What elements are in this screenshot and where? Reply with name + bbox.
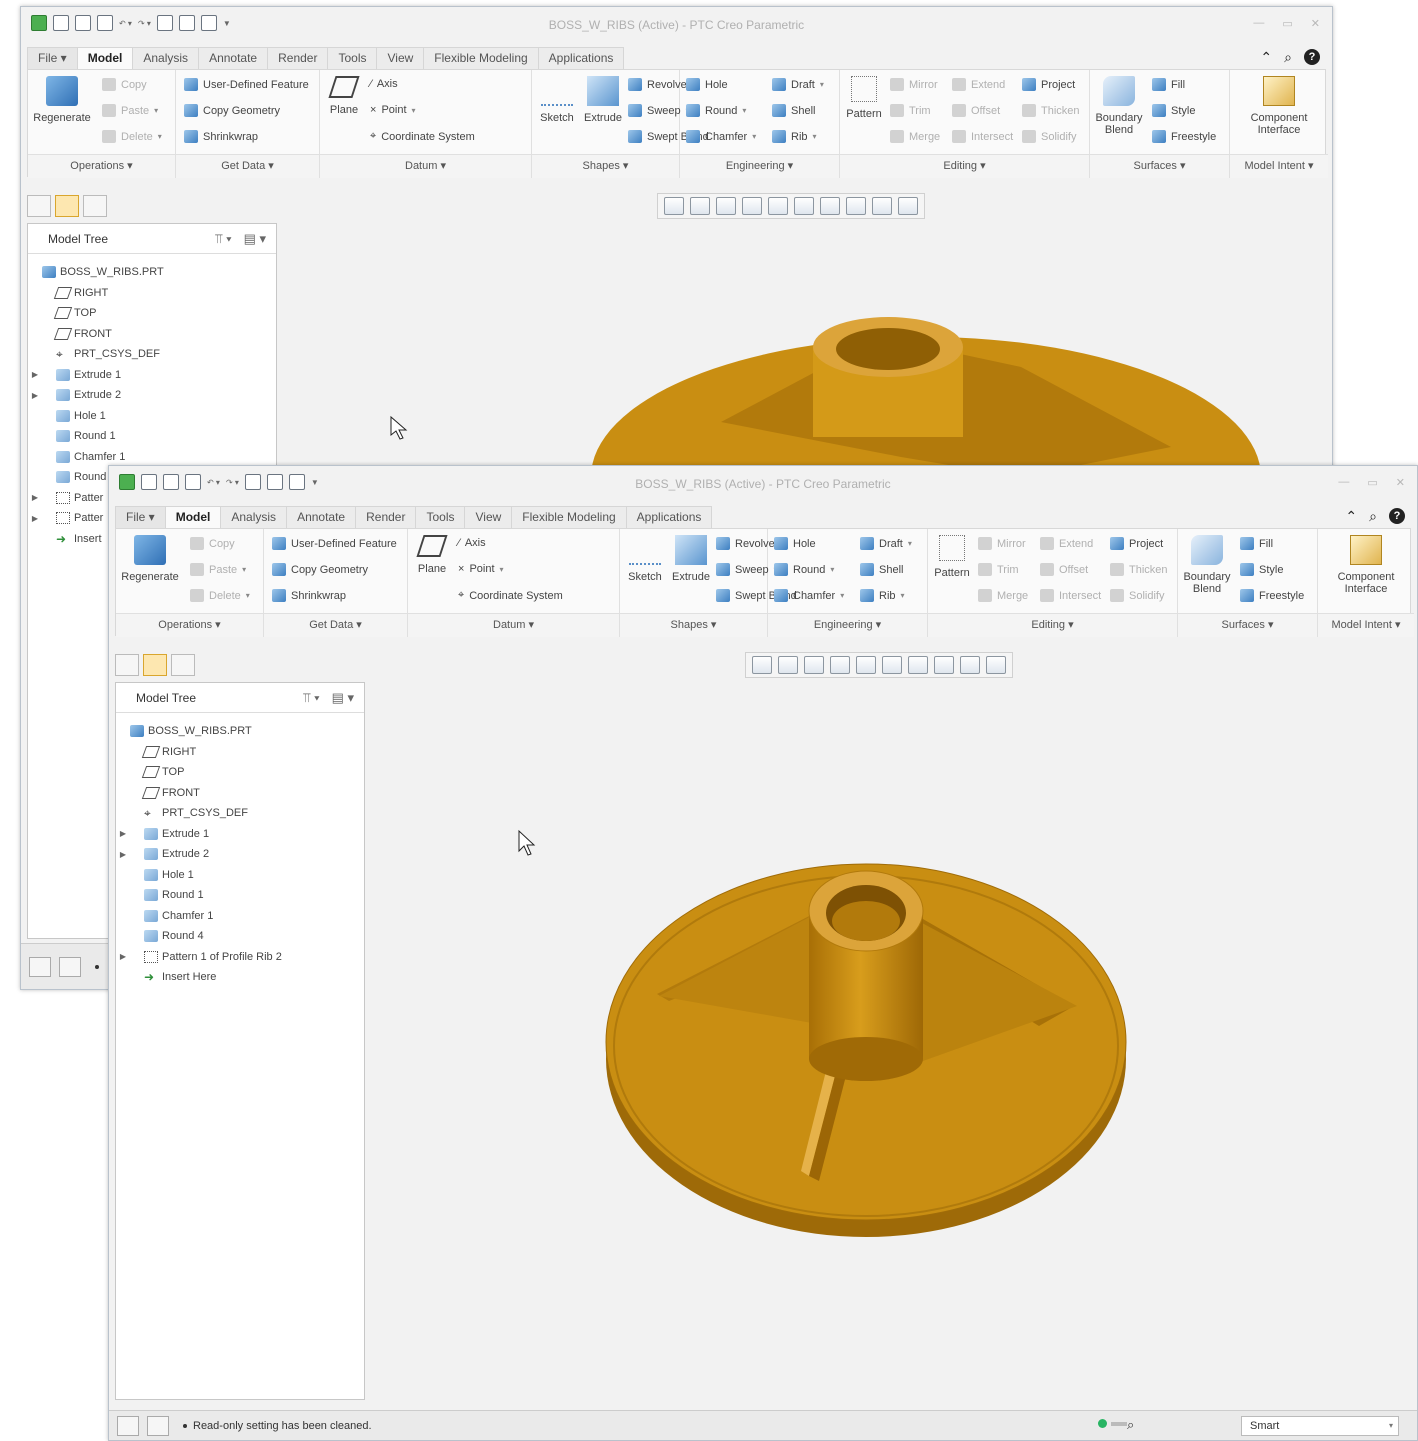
mouse-cursor-icon bbox=[390, 415, 408, 440]
regen-status-indicator bbox=[1098, 1419, 1127, 1428]
status-bar: Read-only setting has been cleaned. ⌕ Sm… bbox=[109, 1410, 1417, 1440]
boss-hole bbox=[836, 328, 940, 370]
boss-base bbox=[809, 1037, 923, 1081]
chevron-down-icon: ▾ bbox=[1388, 1421, 1393, 1430]
navigator-toggle-icon[interactable] bbox=[117, 1415, 139, 1436]
find-icon[interactable]: ⌕ bbox=[1127, 1417, 1145, 1435]
message-bullet-icon bbox=[183, 1423, 187, 1428]
creo-window-foreground: ↶ ▾ ↷ ▾ ▼ BOSS_W_RIBS (Active) - PTC Cre… bbox=[108, 465, 1418, 1441]
selection-filter-dropdown[interactable]: Smart ▾ bbox=[1241, 1416, 1399, 1436]
status-message: Read-only setting has been cleaned. bbox=[183, 1420, 372, 1432]
message-bullet-icon bbox=[95, 964, 99, 969]
boss-hole-inner bbox=[832, 901, 900, 941]
navigator-toggle-icon[interactable] bbox=[29, 956, 51, 977]
browser-toggle-icon[interactable] bbox=[147, 1415, 169, 1436]
status-led-icon bbox=[1098, 1419, 1107, 1428]
browser-toggle-icon[interactable] bbox=[59, 956, 81, 977]
mouse-cursor-icon bbox=[518, 829, 536, 856]
graphics-area[interactable] bbox=[109, 466, 1418, 1441]
